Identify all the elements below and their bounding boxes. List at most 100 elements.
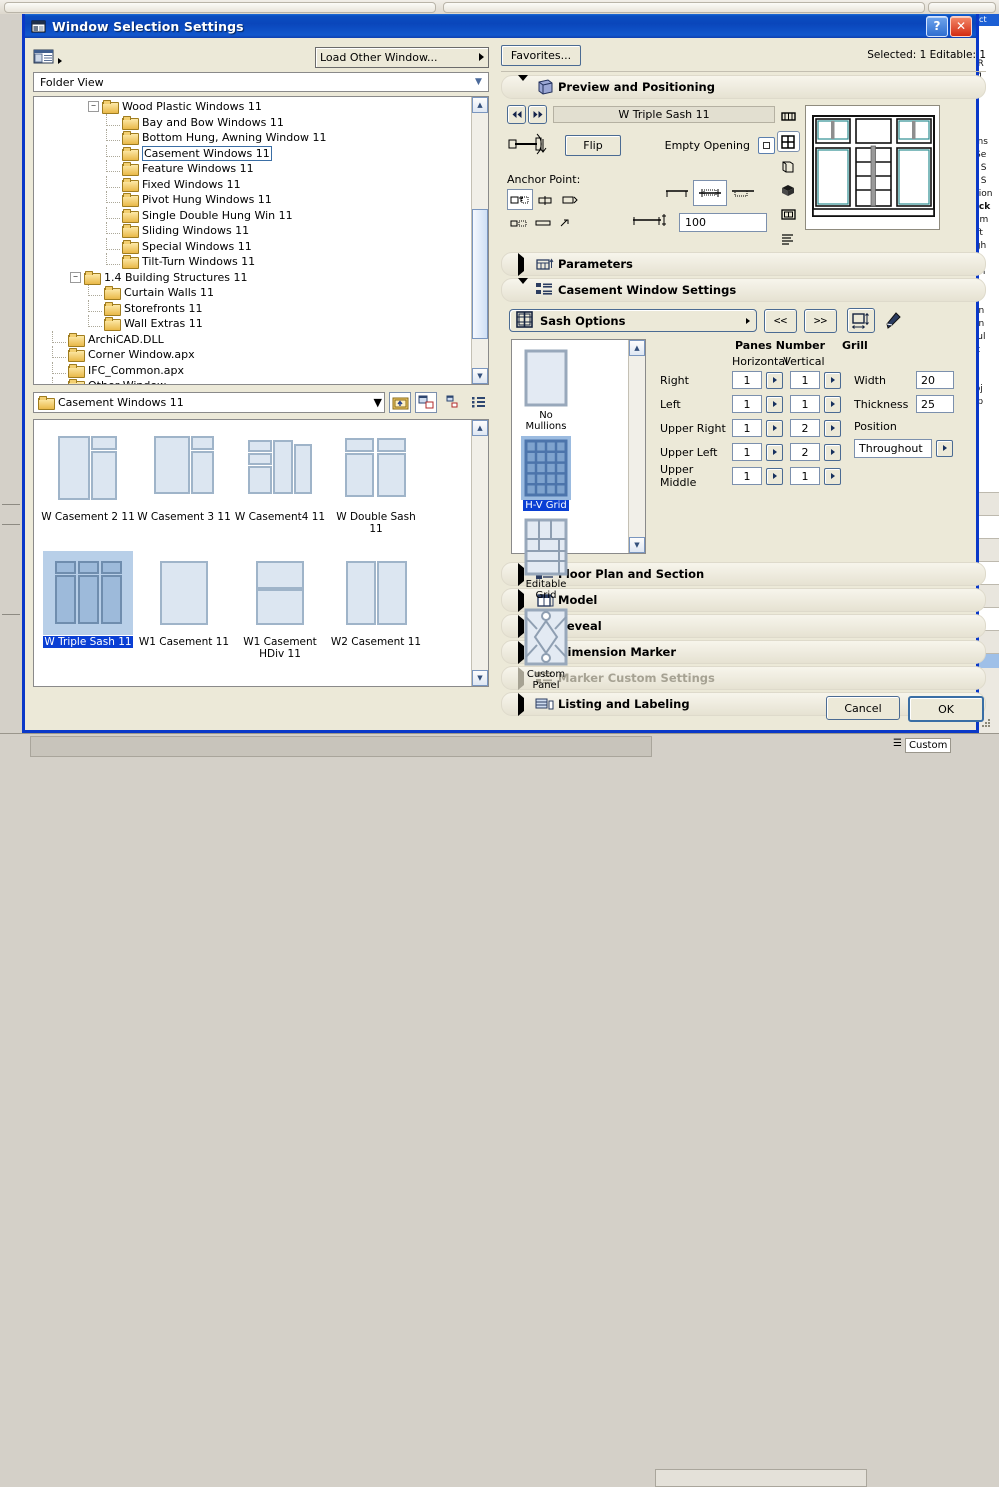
- pane-horizontal-input[interactable]: 1: [732, 395, 762, 413]
- pane-vertical-stepper[interactable]: [824, 468, 841, 485]
- tile-view-icon[interactable]: [415, 392, 437, 413]
- 3d-view-icon[interactable]: [778, 181, 799, 200]
- prev-arrows-icon[interactable]: [507, 105, 526, 124]
- grid-scrollbar[interactable]: ▲ ▼: [471, 420, 488, 686]
- sash-style-list[interactable]: No MullionsH-V GridEditable GridCustom P…: [511, 339, 646, 554]
- pane-horizontal-input[interactable]: 1: [732, 467, 762, 485]
- sash-style-item[interactable]: Editable Grid: [518, 515, 574, 601]
- tree-node[interactable]: Bay and Bow Windows 11: [34, 115, 471, 131]
- tree-expander[interactable]: −: [88, 101, 99, 112]
- tree-node[interactable]: Tilt-Turn Windows 11: [34, 254, 471, 270]
- sash-style-item[interactable]: H-V Grid: [518, 436, 574, 511]
- pane-vertical-input[interactable]: 1: [790, 467, 820, 485]
- tree-node[interactable]: Fixed Windows 11: [34, 177, 471, 193]
- close-button[interactable]: ✕: [950, 16, 972, 37]
- pane-vertical-input[interactable]: 1: [790, 395, 820, 413]
- object-grid-item[interactable]: W2 Casement 11: [328, 551, 424, 676]
- list-view-icon[interactable]: [778, 229, 799, 248]
- pane-horizontal-stepper[interactable]: [766, 396, 783, 413]
- pane-horizontal-input[interactable]: 1: [732, 371, 762, 389]
- next-page-button[interactable]: >>: [804, 309, 837, 333]
- section-parameters[interactable]: Parameters: [501, 252, 986, 276]
- scroll-thumb[interactable]: [472, 209, 488, 339]
- object-grid[interactable]: W Casement 2 11W Casement 3 11W Casement…: [33, 419, 489, 687]
- flip-button[interactable]: Flip: [565, 135, 621, 156]
- object-grid-item[interactable]: W Casement 2 11: [40, 426, 136, 551]
- grill-thickness-input[interactable]: 25: [916, 395, 954, 413]
- tree-node[interactable]: Special Windows 11: [34, 239, 471, 255]
- anchor-mirror-icon[interactable]: [531, 213, 555, 232]
- resize-icon[interactable]: [847, 308, 875, 333]
- object-grid-item[interactable]: W Double Sash 11: [328, 426, 424, 551]
- resize-grip[interactable]: [981, 718, 991, 728]
- anchor-offset-icon[interactable]: [507, 213, 531, 232]
- sash-style-item[interactable]: No Mullions: [518, 346, 574, 432]
- tree-node[interactable]: Feature Windows 11: [34, 161, 471, 177]
- object-grid-item[interactable]: W2 Casement HDiv 11: [40, 676, 136, 687]
- tree-node[interactable]: Casement Windows 11: [34, 146, 471, 162]
- cancel-button[interactable]: Cancel: [826, 696, 900, 720]
- favorites-button[interactable]: Favorites...: [501, 45, 581, 66]
- scroll-up-button[interactable]: ▲: [629, 340, 645, 356]
- grid-view-icon[interactable]: [777, 131, 800, 152]
- scroll-up-button[interactable]: ▲: [472, 420, 488, 436]
- tree-scrollbar[interactable]: ▲ ▼: [471, 97, 488, 384]
- library-tree[interactable]: −Wood Plastic Windows 11Bay and Bow Wind…: [33, 96, 489, 385]
- load-other-window-button[interactable]: Load Other Window...: [315, 47, 489, 68]
- pane-horizontal-stepper[interactable]: [766, 420, 783, 437]
- section-casement-window-settings[interactable]: Casement Window Settings: [501, 278, 986, 302]
- tree-node[interactable]: Bottom Hung, Awning Window 11: [34, 130, 471, 146]
- tree-node[interactable]: ArchiCAD.DLL: [34, 332, 471, 348]
- sill-left-icon[interactable]: [661, 186, 693, 200]
- pane-horizontal-stepper[interactable]: [766, 372, 783, 389]
- grill-position-dropdown[interactable]: Throughout: [854, 439, 932, 458]
- sill-center-icon[interactable]: [693, 180, 727, 206]
- sash-style-item[interactable]: Custom Panel: [518, 605, 574, 691]
- scroll-down-button[interactable]: ▼: [629, 537, 645, 553]
- thumbnail-2d-icon[interactable]: [778, 107, 799, 126]
- next-arrows-icon[interactable]: [528, 105, 547, 124]
- sash-options-button[interactable]: Sash Options: [509, 309, 757, 332]
- object-grid-item[interactable]: W Triple Sash 11: [40, 551, 136, 676]
- sash-style-scrollbar[interactable]: ▲ ▼: [628, 340, 645, 553]
- tree-node[interactable]: −Wood Plastic Windows 11: [34, 99, 471, 115]
- height-value-input[interactable]: 100: [679, 213, 767, 232]
- pane-horizontal-stepper[interactable]: [766, 468, 783, 485]
- pane-horizontal-input[interactable]: 1: [732, 443, 762, 461]
- prev-page-button[interactable]: <<: [764, 309, 797, 333]
- pane-horizontal-stepper[interactable]: [766, 444, 783, 461]
- list-icon[interactable]: [467, 392, 489, 413]
- anchor-left-icon[interactable]: [507, 189, 533, 210]
- pane-vertical-input[interactable]: 1: [790, 371, 820, 389]
- ok-button[interactable]: OK: [908, 696, 984, 722]
- tree-node[interactable]: −1.4 Building Structures 11: [34, 270, 471, 286]
- grill-width-input[interactable]: 20: [916, 371, 954, 389]
- tree-node[interactable]: IFC_Common.apx: [34, 363, 471, 379]
- tree-node[interactable]: Sliding Windows 11: [34, 223, 471, 239]
- anchor-right-icon[interactable]: [557, 190, 581, 209]
- folder-view-dropdown[interactable]: Folder View ▼: [33, 72, 489, 92]
- window-preview-image[interactable]: [805, 105, 940, 230]
- tree-node[interactable]: Wall Extras 11: [34, 316, 471, 332]
- tree-node[interactable]: Pivot Hung Windows 11: [34, 192, 471, 208]
- detail-view-icon[interactable]: [441, 392, 463, 413]
- section-preview-and-positioning[interactable]: Preview and Positioning: [501, 75, 986, 99]
- object-grid-item[interactable]: W1 Casement HDiv 11: [232, 551, 328, 676]
- tree-node[interactable]: Curtain Walls 11: [34, 285, 471, 301]
- dialog-titlebar[interactable]: Window Selection Settings ? ✕: [25, 14, 976, 38]
- section-view-icon[interactable]: [778, 157, 799, 176]
- open-folder-icon[interactable]: [389, 392, 411, 413]
- pane-horizontal-input[interactable]: 1: [732, 419, 762, 437]
- scroll-up-button[interactable]: ▲: [472, 97, 488, 113]
- help-button[interactable]: ?: [926, 16, 948, 37]
- anchor-flip-icon[interactable]: [555, 213, 579, 232]
- grill-position-expand-button[interactable]: [936, 440, 953, 457]
- pane-vertical-input[interactable]: 2: [790, 419, 820, 437]
- object-grid-item[interactable]: W Casement4 11: [232, 426, 328, 551]
- list-view-icon[interactable]: [33, 48, 57, 67]
- sill-right-icon[interactable]: [727, 186, 759, 200]
- tree-node[interactable]: Storefronts 11: [34, 301, 471, 317]
- object-grid-item[interactable]: W1 Casement 11: [136, 551, 232, 676]
- scroll-down-button[interactable]: ▼: [472, 368, 488, 384]
- pane-vertical-stepper[interactable]: [824, 420, 841, 437]
